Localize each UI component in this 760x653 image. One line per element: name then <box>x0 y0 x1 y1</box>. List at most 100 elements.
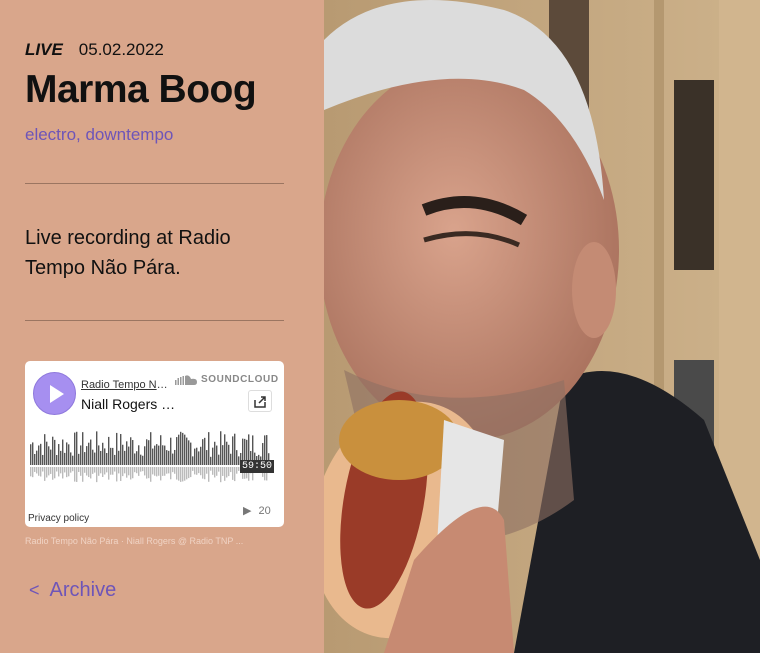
waveform-bar <box>192 456 194 465</box>
archive-link[interactable]: < Archive <box>29 579 116 602</box>
waveform-bar-reflection <box>32 467 34 478</box>
waveform-bar <box>134 453 136 465</box>
waveform-bar <box>70 452 72 465</box>
waveform-bar <box>98 445 100 465</box>
waveform-bar <box>230 453 232 465</box>
play-button[interactable] <box>33 372 76 415</box>
info-panel: LIVE 05.02.2022 Marma Boog electro, down… <box>0 0 324 653</box>
waveform-bar-reflection <box>192 467 194 471</box>
waveform-bar-reflection <box>166 467 168 474</box>
soundcloud-player: Radio Tempo Não Pára Niall Rogers @ Radi… <box>25 361 284 527</box>
waveform-bar-reflection <box>104 467 106 475</box>
player-caption[interactable]: Radio Tempo Não Pára · Niall Rogers @ Ra… <box>25 536 284 546</box>
event-description: Live recording at Radio Tempo Não Pára. <box>25 227 231 279</box>
waveform-bar <box>184 434 186 465</box>
waveform-bar <box>52 436 54 465</box>
waveform-bar-reflection <box>210 467 212 471</box>
waveform-bar <box>214 441 216 465</box>
waveform-bar-reflection <box>38 467 40 476</box>
waveform-bar-reflection <box>232 467 234 480</box>
waveform-bar <box>34 453 36 465</box>
waveform-bar <box>202 439 204 465</box>
waveform-bar-reflection <box>174 467 176 474</box>
waveform-bar <box>108 436 110 465</box>
waveform-bar <box>172 453 174 465</box>
waveform-bar <box>74 432 76 465</box>
waveform-bar <box>164 445 166 465</box>
waveform-bar <box>120 434 122 465</box>
waveform-bar <box>232 436 234 465</box>
track-duration: 59:50 <box>240 460 275 473</box>
waveform-bar-reflection <box>132 467 134 479</box>
waveform-bar-reflection <box>222 467 224 476</box>
waveform-bar-reflection <box>52 467 54 480</box>
waveform-bar <box>188 440 190 465</box>
waveform-bar-reflection <box>194 467 196 475</box>
waveform-bar-reflection <box>236 467 238 474</box>
privacy-policy-link[interactable]: Privacy policy <box>28 513 89 524</box>
waveform-bar-reflection <box>150 467 152 482</box>
photo-illustration <box>324 0 760 653</box>
waveform-bar-reflection <box>34 467 36 472</box>
waveform-bar <box>224 434 226 465</box>
waveform-bar-reflection <box>90 467 92 479</box>
uploader-link[interactable]: Radio Tempo Não Pára <box>81 379 171 391</box>
waveform-bar-reflection <box>42 467 44 472</box>
waveform-bar <box>176 437 178 465</box>
waveform-bar-reflection <box>162 467 164 476</box>
play-count-icon: ▶ <box>243 505 252 517</box>
waveform-bar <box>168 450 170 465</box>
waveform[interactable] <box>30 425 274 495</box>
waveform-bar <box>30 444 32 465</box>
waveform-bar-reflection <box>56 467 58 472</box>
waveform-bar-reflection <box>92 467 94 474</box>
waveform-bar <box>60 450 62 465</box>
waveform-bar <box>40 443 42 465</box>
waveform-bar <box>58 444 60 465</box>
waveform-bar <box>124 450 126 465</box>
waveform-bar-reflection <box>196 467 198 475</box>
waveform-bar-reflection <box>126 467 128 478</box>
waveform-bar <box>122 444 124 465</box>
waveform-bar <box>156 444 158 465</box>
waveform-bar <box>118 450 120 465</box>
waveform-bar <box>66 442 68 465</box>
waveform-bar <box>204 437 206 465</box>
waveform-bar <box>236 450 238 465</box>
waveform-bar-reflection <box>118 467 120 474</box>
share-button[interactable] <box>248 390 272 412</box>
waveform-bar <box>54 439 56 465</box>
waveform-bar <box>142 455 144 465</box>
waveform-bar-reflection <box>30 467 32 477</box>
waveform-bar <box>56 455 58 465</box>
waveform-bar-reflection <box>190 467 192 478</box>
event-meta: LIVE 05.02.2022 <box>25 40 164 60</box>
waveform-bar-reflection <box>58 467 60 477</box>
waveform-bar <box>44 434 46 465</box>
waveform-bar <box>100 450 102 465</box>
waveform-bar <box>196 447 198 465</box>
waveform-bar <box>92 449 94 465</box>
waveform-bar-reflection <box>130 467 132 480</box>
waveform-bar-reflection <box>148 467 150 479</box>
waveform-bar-reflection <box>202 467 204 479</box>
waveform-bar <box>208 432 210 465</box>
waveform-bar-reflection <box>234 467 236 482</box>
waveform-bar <box>226 441 228 465</box>
waveform-bar-reflection <box>80 467 82 476</box>
soundcloud-brand[interactable]: SOUNDCLOUD <box>175 374 279 385</box>
waveform-bar-reflection <box>54 467 56 479</box>
waveform-bar-reflection <box>48 467 50 476</box>
waveform-bar <box>64 452 66 465</box>
waveform-bar-reflection <box>72 467 74 472</box>
track-title[interactable]: Niall Rogers @ Radio TNP <box>81 396 181 412</box>
waveform-bar-reflection <box>144 467 146 476</box>
waveform-bar <box>174 449 176 465</box>
waveform-bar <box>128 446 130 465</box>
live-label: LIVE <box>25 40 63 59</box>
waveform-bar-reflection <box>50 467 52 474</box>
waveform-bar <box>110 447 112 465</box>
waveform-bar-reflection <box>100 467 102 474</box>
waveform-bar <box>32 442 34 465</box>
waveform-bar <box>130 437 132 465</box>
